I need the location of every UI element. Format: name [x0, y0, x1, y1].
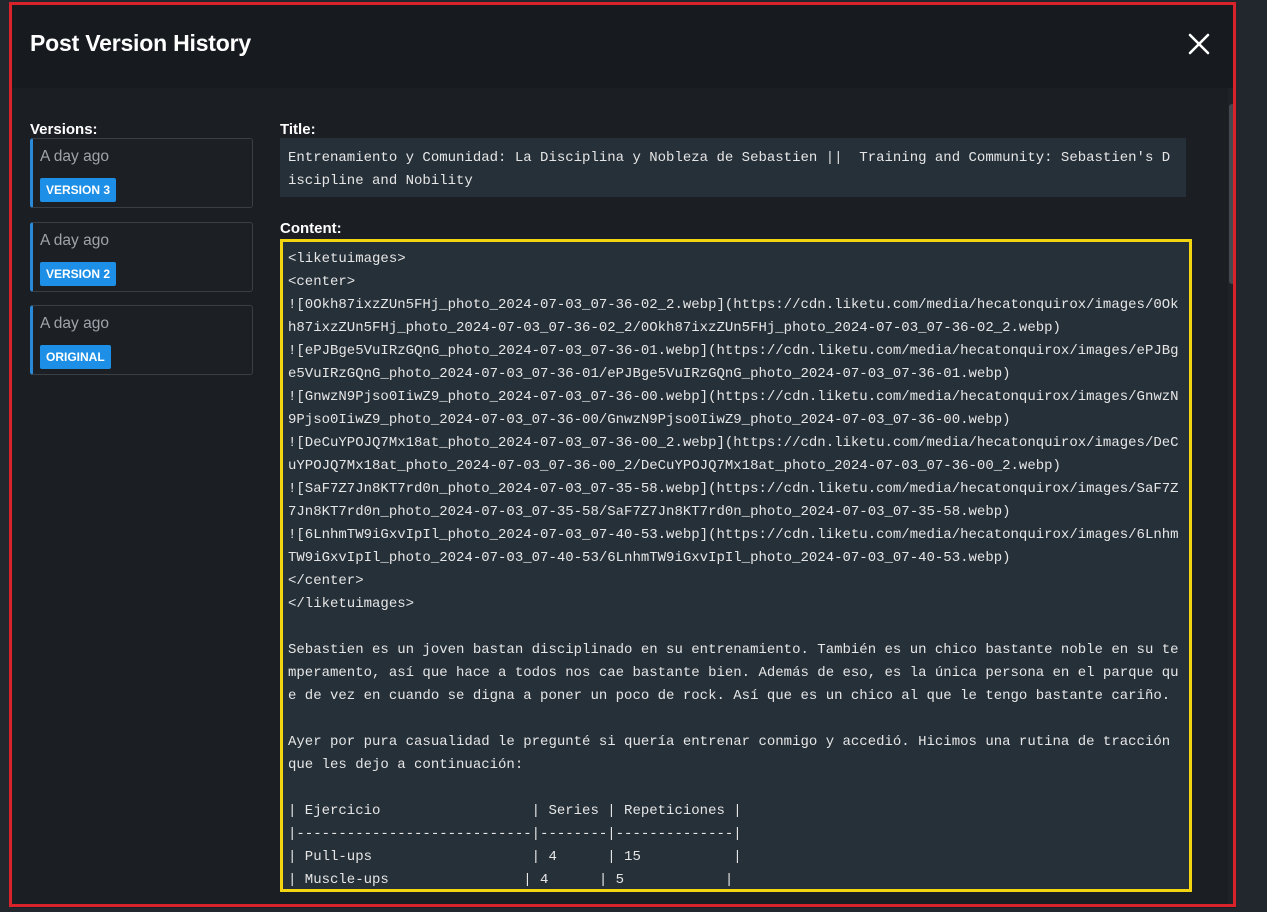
version-badge: VERSION 2 — [40, 262, 117, 286]
post-title-field: Entrenamiento y Comunidad: La Disciplina… — [280, 138, 1186, 197]
version-item-2[interactable]: A day ago VERSION 2 — [30, 222, 253, 292]
versions-heading: Versions: — [30, 121, 98, 138]
version-time: A day ago — [40, 148, 109, 165]
post-content-field[interactable]: <liketuimages> <center> ![0Okh87ixzZUn5F… — [280, 239, 1192, 892]
version-item-original[interactable]: A day ago ORIGINAL — [30, 305, 253, 375]
version-badge: VERSION 3 — [40, 178, 117, 202]
close-icon — [1188, 33, 1210, 55]
modal-title: Post Version History — [30, 30, 251, 56]
version-time: A day ago — [40, 232, 109, 249]
close-button[interactable] — [1187, 32, 1211, 56]
title-label: Title: — [280, 121, 316, 138]
version-item-3[interactable]: A day ago VERSION 3 — [30, 138, 253, 208]
version-badge: ORIGINAL — [40, 345, 111, 369]
scrollbar-thumb[interactable] — [1229, 104, 1235, 284]
version-history-modal: Post Version History Versions: A day ago… — [12, 4, 1236, 908]
version-time: A day ago — [40, 315, 109, 332]
content-label: Content: — [280, 220, 342, 237]
